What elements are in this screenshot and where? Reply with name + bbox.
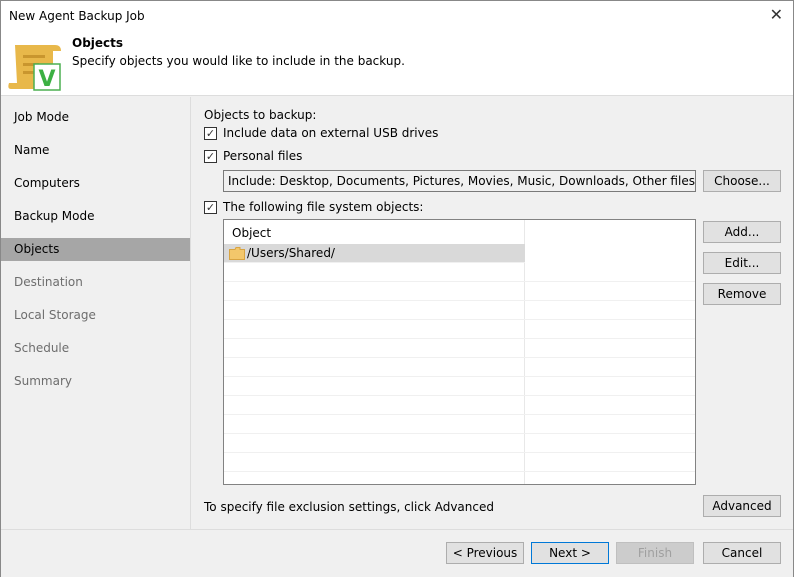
dialog-window: New Agent Backup Job ✕ V Objects Specify… — [0, 0, 794, 577]
close-icon[interactable]: ✕ — [770, 5, 783, 24]
step-name[interactable]: Name — [1, 139, 190, 162]
table-row[interactable]: /Users/Shared/ — [224, 244, 525, 263]
personal-files-include-field: Include: Desktop, Documents, Pictures, M… — [223, 170, 696, 192]
backup-scroll-icon: V — [8, 45, 62, 91]
step-local-storage: Local Storage — [14, 308, 96, 322]
exclusion-hint: To specify file exclusion settings, clic… — [204, 500, 494, 514]
fs-objects-label: The following file system objects: — [223, 200, 424, 214]
cancel-button[interactable]: Cancel — [703, 542, 781, 564]
step-schedule: Schedule — [14, 341, 70, 355]
next-button[interactable]: Next > — [531, 542, 609, 564]
objects-table[interactable]: Object /Users/Shared/ — [223, 219, 696, 485]
object-path: /Users/Shared/ — [247, 246, 335, 260]
step-destination: Destination — [14, 275, 83, 289]
step-objects[interactable]: Objects — [1, 238, 190, 261]
step-computers[interactable]: Computers — [1, 172, 190, 195]
page-subtitle: Specify objects you would like to includ… — [72, 54, 405, 68]
remove-button[interactable]: Remove — [703, 283, 781, 305]
usb-label: Include data on external USB drives — [223, 126, 439, 140]
header: V Objects Specify objects you would like… — [1, 31, 793, 96]
personal-files-label: Personal files — [223, 149, 303, 163]
title-bar: New Agent Backup Job ✕ — [1, 1, 793, 31]
step-summary: Summary — [14, 374, 72, 388]
personal-files-checkbox[interactable]: ✓ — [204, 150, 217, 163]
wizard-steps: Job Mode Name Computers Backup Mode Obje… — [1, 97, 190, 529]
step-backup-mode[interactable]: Backup Mode — [1, 205, 190, 228]
step-job-mode[interactable]: Job Mode — [1, 106, 190, 129]
add-button[interactable]: Add... — [703, 221, 781, 243]
fs-objects-checkbox[interactable]: ✓ — [204, 201, 217, 214]
finish-button: Finish — [616, 542, 694, 564]
edit-button[interactable]: Edit... — [703, 252, 781, 274]
page-title: Objects — [72, 36, 124, 50]
usb-checkbox[interactable]: ✓ — [204, 127, 217, 140]
choose-button[interactable]: Choose... — [703, 170, 781, 192]
window-title: New Agent Backup Job — [9, 9, 145, 23]
previous-button[interactable]: < Previous — [446, 542, 524, 564]
column-header-object[interactable]: Object — [232, 226, 271, 240]
folder-icon — [229, 247, 245, 260]
objects-to-backup-label: Objects to backup: — [204, 108, 317, 122]
advanced-button[interactable]: Advanced — [703, 495, 781, 517]
svg-text:V: V — [38, 67, 55, 91]
